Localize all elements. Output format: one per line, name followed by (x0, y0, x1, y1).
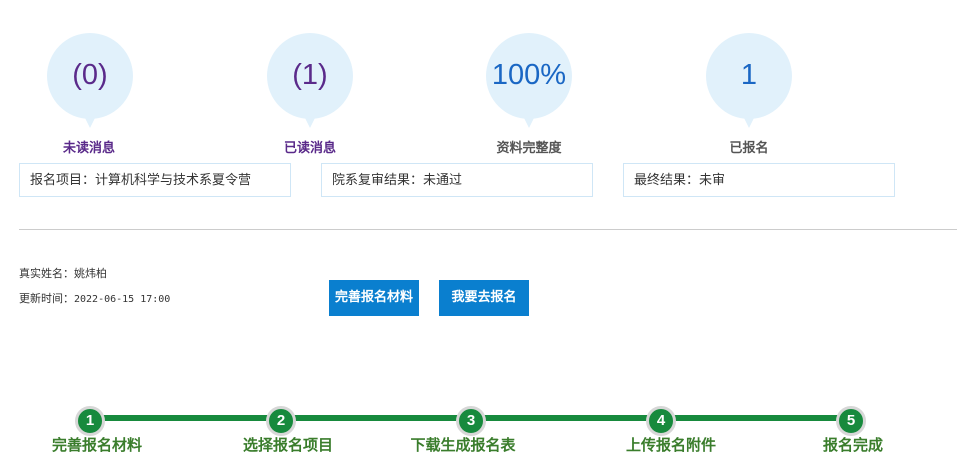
step-3-label: 下载生成报名表 (410, 436, 516, 454)
registered-label: 已报名 (729, 141, 769, 156)
step-5-label: 报名完成 (822, 436, 883, 454)
unread-label: 未读消息 (62, 141, 115, 156)
updated-time-value: 2022-06-15 17:00 (74, 294, 171, 305)
step-3-marker: 3 (456, 406, 486, 436)
project-info-box: 报名项目：计算机科学与技术系夏令营 (19, 163, 291, 197)
completeness-label: 资料完整度 (496, 141, 562, 156)
updated-time-label: 更新时间： (19, 292, 74, 305)
real-name-value: 姚炜柏 (74, 267, 107, 280)
updated-time-row: 更新时间：2022-06-15 17:00 (19, 290, 170, 306)
completeness-value: 100% (491, 59, 567, 91)
complete-materials-button[interactable]: 完善报名材料 (329, 280, 419, 316)
step-5-marker: 5 (836, 406, 866, 436)
step-2-marker: 2 (266, 406, 296, 436)
read-bubble: (1) (267, 33, 353, 128)
real-name-row: 真实姓名：姚炜柏 (19, 265, 107, 281)
unread-bubble: (0) (47, 33, 133, 128)
real-name-label: 真实姓名： (19, 267, 74, 280)
step-4-marker: 4 (646, 406, 676, 436)
step-1-label: 完善报名材料 (51, 436, 142, 454)
read-count: (1) (292, 59, 328, 91)
registered-bubble: 1 (706, 33, 792, 128)
unread-count: (0) (72, 59, 108, 91)
section-divider (19, 229, 957, 230)
department-review-box: 院系复审结果：未通过 (321, 163, 593, 197)
registered-count: 1 (740, 59, 758, 91)
completeness-bubble: 100% (486, 33, 572, 128)
final-result-box: 最终结果：未审 (623, 163, 895, 197)
go-apply-button[interactable]: 我要去报名 (439, 280, 529, 316)
step-2-label: 选择报名项目 (242, 436, 333, 454)
step-1-marker: 1 (75, 406, 105, 436)
read-label: 已读消息 (283, 141, 336, 156)
step-4-label: 上传报名附件 (625, 436, 716, 454)
